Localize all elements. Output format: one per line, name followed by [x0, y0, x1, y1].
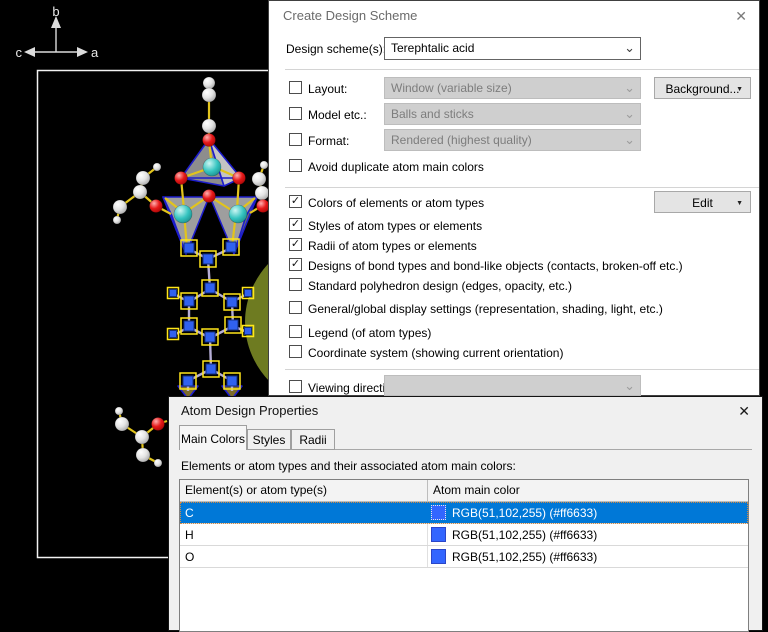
radii-of-atom-types-label: Radii of atom types or elements: [308, 239, 477, 253]
dropdown-arrow-icon[interactable]: ▼: [736, 86, 743, 93]
tab-main-colors[interactable]: Main Colors: [179, 425, 247, 450]
standard-polyhedron-label: Standard polyhedron design (edges, opaci…: [308, 279, 572, 293]
table-row-c[interactable]: C RGB(51,102,255) (#ff6633): [180, 502, 748, 524]
design-scheme-combobox[interactable]: Terephtalic acid ⌄: [384, 37, 641, 60]
dialog-title[interactable]: Create Design Scheme: [283, 8, 417, 23]
create-design-scheme-dialog: Create Design Scheme ✕ Design scheme(s):…: [268, 0, 760, 396]
chevron-down-icon: ⌄: [624, 132, 635, 148]
designs-of-bond-types-checkbox[interactable]: ✓: [289, 258, 302, 271]
table-header-row: Element(s) or atom type(s) Atom main col…: [180, 480, 748, 502]
general-display-settings-label: General/global display settings (represe…: [308, 302, 663, 316]
colors-of-elements-label: Colors of elements or atom types: [308, 196, 484, 210]
layout-combobox: Window (variable size) ⌄: [384, 77, 641, 99]
separator: [285, 69, 759, 70]
tab-styles[interactable]: Styles: [247, 429, 291, 450]
close-icon[interactable]: ✕: [738, 404, 750, 418]
viewing-direction-checkbox[interactable]: [289, 380, 302, 393]
model-checkbox[interactable]: [289, 107, 302, 120]
colors-of-elements-checkbox[interactable]: ✓: [289, 195, 302, 208]
axis-b-label: b: [52, 4, 59, 19]
format-combobox: Rendered (highest quality) ⌄: [384, 129, 641, 151]
layout-checkbox[interactable]: [289, 81, 302, 94]
legend-checkbox[interactable]: [289, 325, 302, 338]
tab-radii[interactable]: Radii: [291, 429, 335, 450]
color-swatch: [431, 549, 446, 564]
viewing-direction-combobox: ⌄: [384, 375, 641, 396]
avoid-duplicate-colors-label: Avoid duplicate atom main colors: [308, 160, 484, 174]
separator: [285, 369, 759, 370]
table-row-o[interactable]: O RGB(51,102,255) (#ff6633): [180, 546, 748, 568]
general-display-settings-checkbox[interactable]: [289, 301, 302, 314]
standard-polyhedron-checkbox[interactable]: [289, 278, 302, 291]
axis-a-arrow-icon: [77, 47, 88, 57]
coordinate-system-label: Coordinate system (showing current orien…: [308, 346, 563, 360]
column-header-color: Atom main color: [428, 480, 748, 501]
design-scheme-label: Design scheme(s):: [286, 42, 386, 56]
selected-atom-squares: [170, 242, 252, 386]
radii-of-atom-types-checkbox[interactable]: ✓: [289, 238, 302, 251]
atom-colors-table: Element(s) or atom type(s) Atom main col…: [179, 479, 749, 632]
axis-c-label: c: [16, 45, 23, 60]
axes-widget: b a c: [16, 4, 100, 60]
separator: [285, 187, 759, 188]
designs-of-bond-types-label: Designs of bond types and bond-like obje…: [308, 259, 683, 273]
chevron-down-icon: ⌄: [624, 106, 635, 122]
axis-a-label: a: [91, 45, 99, 60]
background-button[interactable]: Background... ▼: [654, 77, 751, 99]
coordinate-system-checkbox[interactable]: [289, 345, 302, 358]
table-row-h[interactable]: H RGB(51,102,255) (#ff6633): [180, 524, 748, 546]
format-label: Format:: [308, 134, 349, 148]
chevron-down-icon[interactable]: ⌄: [624, 40, 635, 56]
styles-of-atom-types-label: Styles of atom types or elements: [308, 219, 482, 233]
model-combobox: Balls and sticks ⌄: [384, 103, 641, 125]
chevron-down-icon: ⌄: [624, 378, 635, 394]
column-header-element: Element(s) or atom type(s): [180, 480, 428, 501]
color-swatch: [431, 527, 446, 542]
dropdown-arrow-icon[interactable]: ▼: [736, 200, 743, 207]
edit-button[interactable]: Edit ▼: [654, 191, 751, 213]
styles-of-atom-types-checkbox[interactable]: ✓: [289, 218, 302, 231]
dialog-title[interactable]: Atom Design Properties: [181, 403, 318, 418]
layout-label: Layout:: [308, 82, 347, 96]
close-icon[interactable]: ✕: [735, 9, 747, 23]
color-swatch: [431, 505, 446, 520]
chevron-down-icon: ⌄: [624, 80, 635, 96]
atom-design-properties-dialog: Atom Design Properties ✕ Main Colors Sty…: [168, 396, 763, 631]
avoid-duplicate-colors-checkbox[interactable]: [289, 159, 302, 172]
format-checkbox[interactable]: [289, 133, 302, 146]
legend-label: Legend (of atom types): [308, 326, 431, 340]
model-label: Model etc.:: [308, 108, 367, 122]
table-description: Elements or atom types and their associa…: [181, 459, 516, 473]
axis-c-arrow-icon: [24, 47, 35, 57]
